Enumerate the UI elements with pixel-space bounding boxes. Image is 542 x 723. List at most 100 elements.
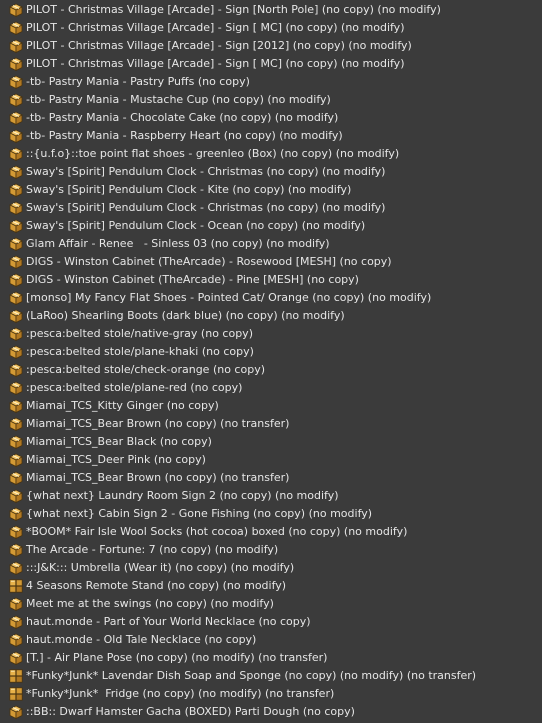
inventory-item-label: {what next} Cabin Sign 2 - Gone Fishing … bbox=[26, 507, 373, 520]
inventory-item[interactable]: [T.] - Air Plane Pose (no copy) (no modi… bbox=[0, 649, 542, 667]
inventory-item[interactable]: :pesca:belted stole/check-orange (no cop… bbox=[0, 361, 542, 379]
inventory-item[interactable]: haut.monde - Part of Your World Necklace… bbox=[0, 613, 542, 631]
inventory-item-label: Miamai_TCS_Bear Black (no copy) bbox=[26, 435, 212, 448]
inventory-item[interactable]: :pesca:belted stole/plane-khaki (no copy… bbox=[0, 343, 542, 361]
inventory-item[interactable]: {what next} Cabin Sign 2 - Gone Fishing … bbox=[0, 505, 542, 523]
inventory-item-label: {what next} Laundry Room Sign 2 (no copy… bbox=[26, 489, 339, 502]
inventory-item[interactable]: :pesca:belted stole/native-gray (no copy… bbox=[0, 325, 542, 343]
inventory-list: PILOT - Christmas Village [Arcade] - Sig… bbox=[0, 0, 542, 723]
object-box-icon bbox=[9, 273, 23, 287]
inventory-item-label: Sway's [Spirit] Pendulum Clock - Christm… bbox=[26, 201, 386, 214]
inventory-item[interactable]: DIGS - Winston Cabinet (TheArcade) - Pin… bbox=[0, 271, 542, 289]
inventory-item[interactable]: PILOT - Christmas Village [Arcade] - Sig… bbox=[0, 55, 542, 73]
object-boxes-icon bbox=[9, 579, 23, 593]
inventory-item-label: (LaRoo) Shearling Boots (dark blue) (no … bbox=[26, 309, 345, 322]
inventory-item-label: :pesca:belted stole/plane-khaki (no copy… bbox=[26, 345, 254, 358]
object-box-icon bbox=[9, 75, 23, 89]
inventory-item-label: DIGS - Winston Cabinet (TheArcade) - Ros… bbox=[26, 255, 392, 268]
inventory-item-label: ::BB:: Dwarf Hamster Gacha (BOXED) Parti… bbox=[26, 705, 355, 718]
inventory-item-label: Miamai_TCS_Kitty Ginger (no copy) bbox=[26, 399, 219, 412]
inventory-item-label: Miamai_TCS_Bear Brown (no copy) (no tran… bbox=[26, 471, 290, 484]
object-box-icon bbox=[9, 3, 23, 17]
inventory-item[interactable]: Miamai_TCS_Bear Brown (no copy) (no tran… bbox=[0, 469, 542, 487]
inventory-item-label: Sway's [Spirit] Pendulum Clock - Kite (n… bbox=[26, 183, 352, 196]
inventory-item[interactable]: *Funky*Junk* Lavendar Dish Soap and Spon… bbox=[0, 667, 542, 685]
inventory-item-label: PILOT - Christmas Village [Arcade] - Sig… bbox=[26, 57, 405, 70]
inventory-item[interactable]: -tb- Pastry Mania - Raspberry Heart (no … bbox=[0, 127, 542, 145]
inventory-item[interactable]: Meet me at the swings (no copy) (no modi… bbox=[0, 595, 542, 613]
object-boxes-icon bbox=[9, 687, 23, 701]
inventory-item[interactable]: PILOT - Christmas Village [Arcade] - Sig… bbox=[0, 1, 542, 19]
inventory-item-label: The Arcade - Fortune: 7 (no copy) (no mo… bbox=[26, 543, 279, 556]
object-box-icon bbox=[9, 345, 23, 359]
object-box-icon bbox=[9, 165, 23, 179]
inventory-item[interactable]: [monso] My Fancy Flat Shoes - Pointed Ca… bbox=[0, 289, 542, 307]
inventory-item-label: Miamai_TCS_Bear Brown (no copy) (no tran… bbox=[26, 417, 290, 430]
object-box-icon bbox=[9, 39, 23, 53]
object-box-icon bbox=[9, 453, 23, 467]
inventory-item[interactable]: -tb- Pastry Mania - Chocolate Cake (no c… bbox=[0, 109, 542, 127]
object-box-icon bbox=[9, 597, 23, 611]
object-box-icon bbox=[9, 201, 23, 215]
inventory-item[interactable]: Miamai_TCS_Bear Brown (no copy) (no tran… bbox=[0, 415, 542, 433]
inventory-item-label: -tb- Pastry Mania - Chocolate Cake (no c… bbox=[26, 111, 339, 124]
inventory-item-label: *Funky*Junk* Fridge (no copy) (no modify… bbox=[26, 687, 335, 700]
inventory-item-label: haut.monde - Part of Your World Necklace… bbox=[26, 615, 311, 628]
object-box-icon bbox=[9, 21, 23, 35]
inventory-item[interactable]: ::BB:: Dwarf Hamster Gacha (BOXED) Parti… bbox=[0, 703, 542, 721]
inventory-item-label: Sway's [Spirit] Pendulum Clock - Ocean (… bbox=[26, 219, 366, 232]
object-box-icon bbox=[9, 111, 23, 125]
inventory-item-label: DIGS - Winston Cabinet (TheArcade) - Pin… bbox=[26, 273, 359, 286]
object-box-icon bbox=[9, 399, 23, 413]
inventory-item[interactable]: Miamai_TCS_Kitty Ginger (no copy) bbox=[0, 397, 542, 415]
object-box-icon bbox=[9, 633, 23, 647]
inventory-item-label: :pesca:belted stole/native-gray (no copy… bbox=[26, 327, 253, 340]
inventory-item[interactable]: PILOT - Christmas Village [Arcade] - Sig… bbox=[0, 19, 542, 37]
inventory-item[interactable]: Sway's [Spirit] Pendulum Clock - Christm… bbox=[0, 163, 542, 181]
inventory-item[interactable]: Sway's [Spirit] Pendulum Clock - Ocean (… bbox=[0, 217, 542, 235]
object-box-icon bbox=[9, 525, 23, 539]
object-box-icon bbox=[9, 507, 23, 521]
object-box-icon bbox=[9, 615, 23, 629]
object-box-icon bbox=[9, 489, 23, 503]
inventory-item-label: Glam Affair - Renee - Sinless 03 (no cop… bbox=[26, 237, 330, 250]
inventory-item[interactable]: 4 Seasons Remote Stand (no copy) (no mod… bbox=[0, 577, 542, 595]
inventory-item[interactable]: :::J&K::: Umbrella (Wear it) (no copy) (… bbox=[0, 559, 542, 577]
object-box-icon bbox=[9, 417, 23, 431]
object-box-icon bbox=[9, 651, 23, 665]
inventory-item-label: 4 Seasons Remote Stand (no copy) (no mod… bbox=[26, 579, 287, 592]
inventory-item[interactable]: Sway's [Spirit] Pendulum Clock - Kite (n… bbox=[0, 181, 542, 199]
inventory-item[interactable]: :pesca:belted stole/plane-red (no copy) bbox=[0, 379, 542, 397]
inventory-item[interactable]: (LaRoo) Shearling Boots (dark blue) (no … bbox=[0, 307, 542, 325]
inventory-item[interactable]: *BOOM* Fair Isle Wool Socks (hot cocoa) … bbox=[0, 523, 542, 541]
object-box-icon bbox=[9, 543, 23, 557]
inventory-item[interactable]: Glam Affair - Renee - Sinless 03 (no cop… bbox=[0, 235, 542, 253]
inventory-item[interactable]: -tb- Pastry Mania - Pastry Puffs (no cop… bbox=[0, 73, 542, 91]
inventory-item[interactable]: PILOT - Christmas Village [Arcade] - Sig… bbox=[0, 37, 542, 55]
inventory-item-label: *BOOM* Fair Isle Wool Socks (hot cocoa) … bbox=[26, 525, 408, 538]
inventory-item-label: Sway's [Spirit] Pendulum Clock - Christm… bbox=[26, 165, 386, 178]
inventory-item-label: :pesca:belted stole/check-orange (no cop… bbox=[26, 363, 265, 376]
inventory-item-label: -tb- Pastry Mania - Raspberry Heart (no … bbox=[26, 129, 343, 142]
inventory-item-label: Meet me at the swings (no copy) (no modi… bbox=[26, 597, 274, 610]
inventory-item-label: haut.monde - Old Tale Necklace (no copy) bbox=[26, 633, 257, 646]
inventory-item-label: PILOT - Christmas Village [Arcade] - Sig… bbox=[26, 3, 441, 16]
object-box-icon bbox=[9, 255, 23, 269]
object-box-icon bbox=[9, 363, 23, 377]
inventory-item[interactable]: haut.monde - Old Tale Necklace (no copy) bbox=[0, 631, 542, 649]
object-boxes-icon bbox=[9, 669, 23, 683]
inventory-item[interactable]: ::{u.f.o}::toe point flat shoes - greenl… bbox=[0, 145, 542, 163]
inventory-item[interactable]: {what next} Laundry Room Sign 2 (no copy… bbox=[0, 487, 542, 505]
inventory-item-label: PILOT - Christmas Village [Arcade] - Sig… bbox=[26, 21, 405, 34]
inventory-item-label: Miamai_TCS_Deer Pink (no copy) bbox=[26, 453, 206, 466]
inventory-item[interactable]: DIGS - Winston Cabinet (TheArcade) - Ros… bbox=[0, 253, 542, 271]
inventory-item-label: [monso] My Fancy Flat Shoes - Pointed Ca… bbox=[26, 291, 432, 304]
inventory-item[interactable]: *Funky*Junk* Fridge (no copy) (no modify… bbox=[0, 685, 542, 703]
inventory-item[interactable]: Miamai_TCS_Deer Pink (no copy) bbox=[0, 451, 542, 469]
object-box-icon bbox=[9, 237, 23, 251]
inventory-item[interactable]: Sway's [Spirit] Pendulum Clock - Christm… bbox=[0, 199, 542, 217]
inventory-item[interactable]: Miamai_TCS_Bear Black (no copy) bbox=[0, 433, 542, 451]
inventory-item[interactable]: The Arcade - Fortune: 7 (no copy) (no mo… bbox=[0, 541, 542, 559]
inventory-item[interactable]: -tb- Pastry Mania - Mustache Cup (no cop… bbox=[0, 91, 542, 109]
inventory-item-label: ::{u.f.o}::toe point flat shoes - greenl… bbox=[26, 147, 400, 160]
